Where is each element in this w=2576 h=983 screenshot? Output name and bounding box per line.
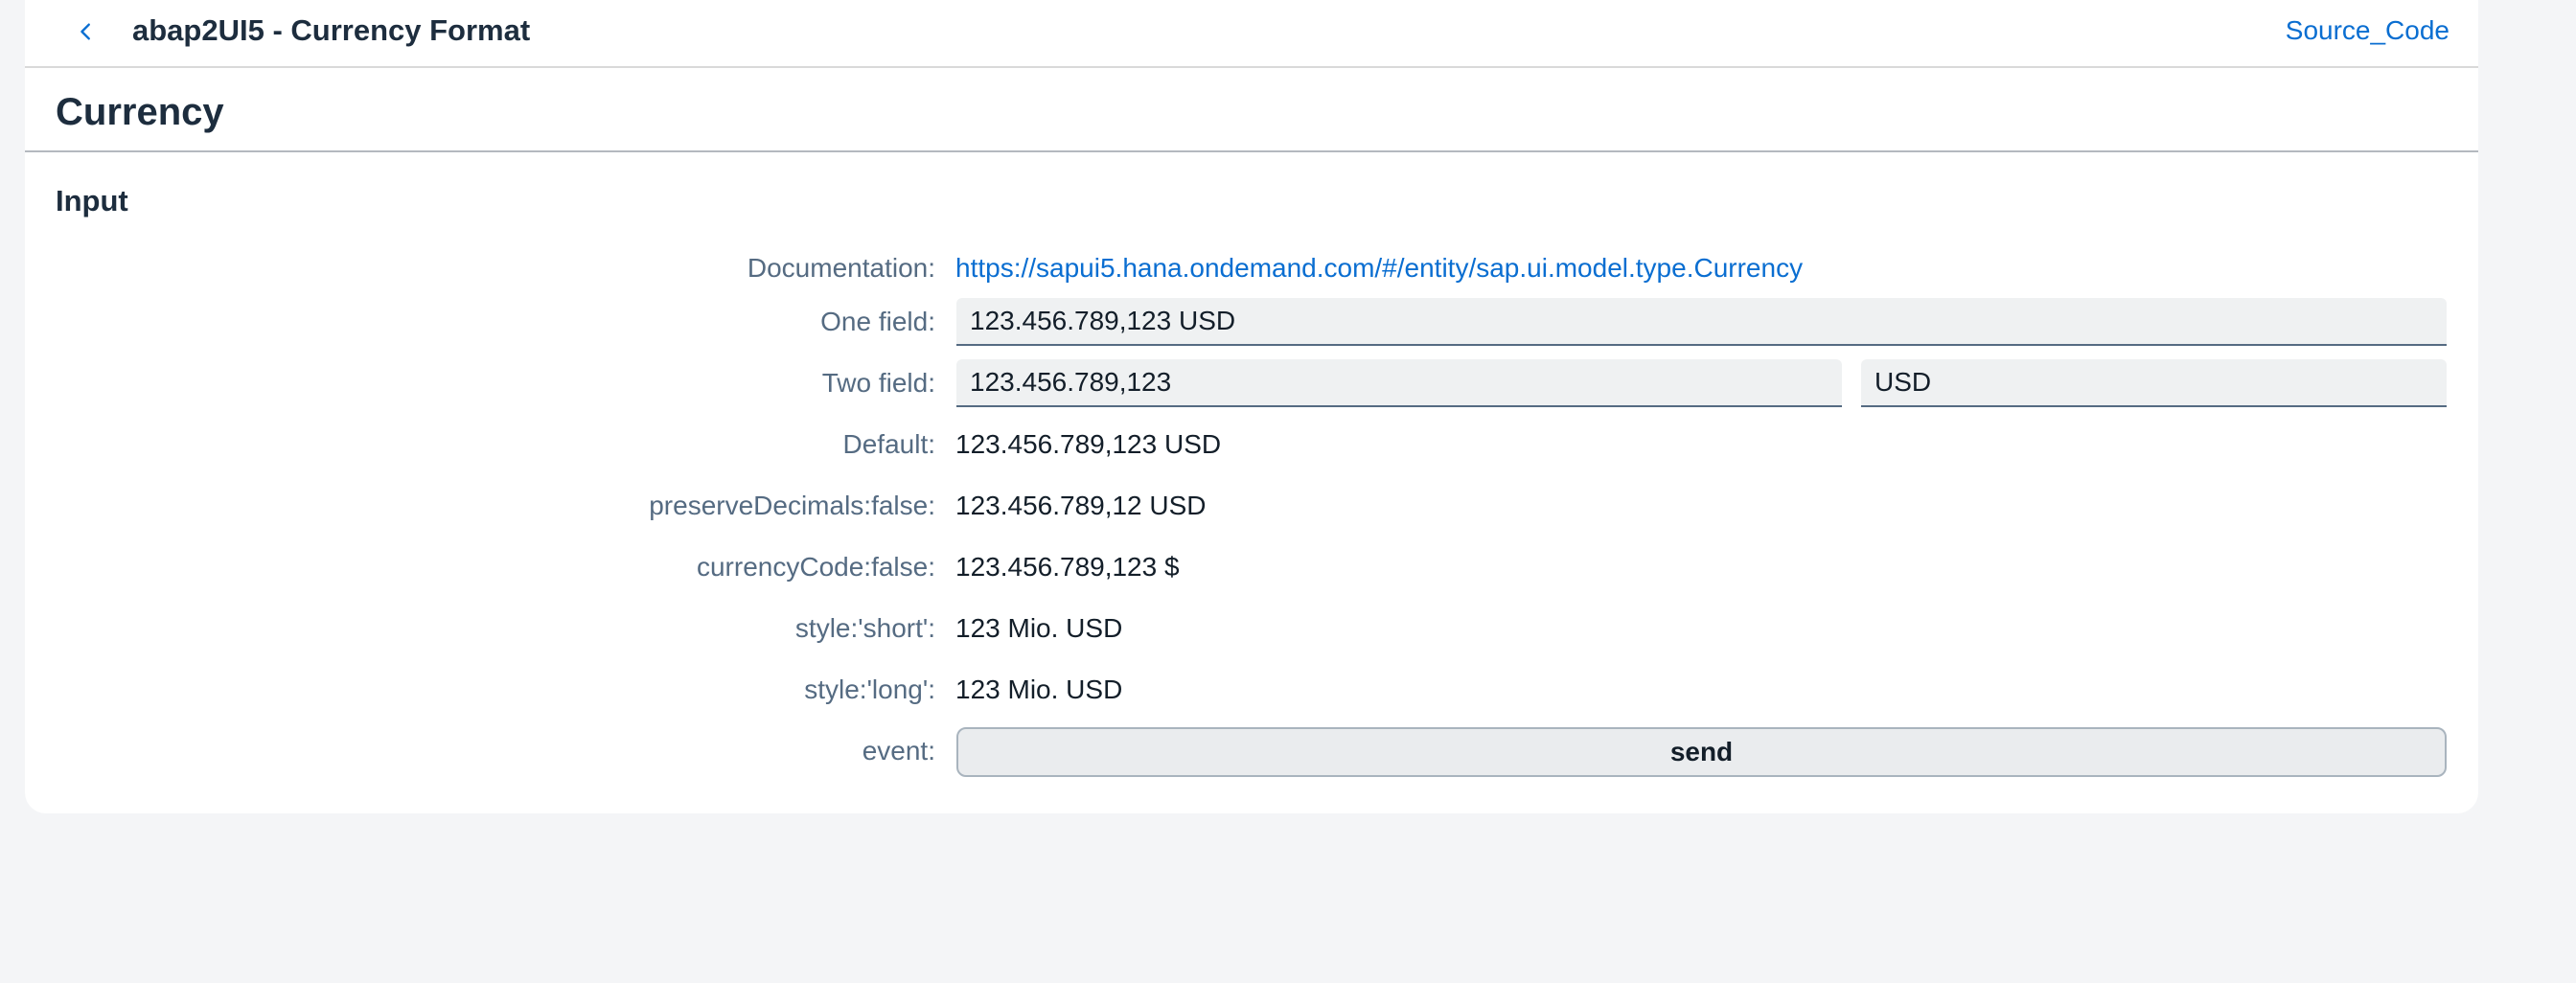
send-button[interactable]: send <box>956 727 2447 777</box>
documentation-label: Documentation: <box>747 253 935 283</box>
two-field-label: Two field: <box>821 368 935 398</box>
chevron-left-icon <box>80 23 90 40</box>
shell-header: abap2UI5 - Currency Format Source_Code <box>25 0 2478 68</box>
back-button[interactable] <box>63 10 109 54</box>
app-title: abap2UI5 - Currency Format <box>132 13 531 47</box>
default-label: Default: <box>842 429 936 459</box>
preserve-decimals-value: 123.456.789,12 USD <box>955 491 1207 520</box>
two-field-amount-input[interactable] <box>956 359 1842 407</box>
style-short-value: 123 Mio. USD <box>955 613 1123 643</box>
title-divider <box>25 150 2478 152</box>
two-field-currency-input[interactable] <box>1861 359 2447 407</box>
app-shell: abap2UI5 - Currency Format Source_Code C… <box>25 0 2478 813</box>
one-field-input[interactable] <box>956 298 2447 346</box>
currency-code-value: 123.456.789,123 $ <box>955 552 1180 582</box>
documentation-link[interactable]: https://sapui5.hana.ondemand.com/#/entit… <box>955 251 1803 286</box>
preserve-decimals-label: preserveDecimals:false: <box>649 491 935 520</box>
style-short-label: style:'short': <box>794 613 935 643</box>
page-title: Currency <box>56 91 224 133</box>
event-label: event: <box>862 736 935 766</box>
style-long-label: style:'long': <box>804 674 935 704</box>
section-title: Input <box>56 184 128 217</box>
source-code-link[interactable]: Source_Code <box>2286 13 2450 48</box>
currency-code-label: currencyCode:false: <box>696 552 935 582</box>
default-value: 123.456.789,123 USD <box>955 429 1222 459</box>
one-field-label: One field: <box>820 307 935 336</box>
style-long-value: 123 Mio. USD <box>955 674 1123 704</box>
